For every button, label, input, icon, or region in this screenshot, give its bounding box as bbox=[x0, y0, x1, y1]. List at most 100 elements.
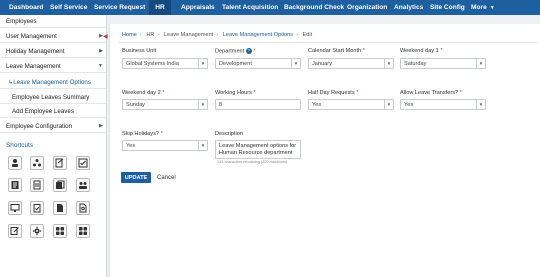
sidebar-item-user-management[interactable]: User Management ▶ bbox=[0, 30, 106, 43]
breadcrumb-leave-management-options[interactable]: Leave Management Options bbox=[223, 32, 293, 38]
sidebar-item-label: Employee Leaves Summary bbox=[12, 93, 90, 101]
calendar-start-month-select[interactable]: January ▼ bbox=[308, 58, 394, 69]
required-marker: * bbox=[162, 90, 165, 96]
top-nav: Dashboard Self Service Service Request H… bbox=[0, 0, 540, 15]
sidebar-item-leave-management-options[interactable]: ↳ Leave Management Options bbox=[0, 76, 106, 89]
skip-holidays-label: Skip Holidays? * bbox=[122, 131, 163, 137]
gear-icon[interactable] bbox=[30, 224, 44, 238]
edit-document-icon[interactable] bbox=[53, 156, 67, 170]
description-char-count: 143 characters remaining (200 maximum) bbox=[217, 160, 288, 164]
breadcrumb-hr: HR bbox=[146, 32, 155, 38]
skip-holidays-select[interactable]: Yes ▼ bbox=[122, 140, 208, 151]
breadcrumb-separator: › bbox=[139, 32, 142, 38]
breadcrumb-separator: › bbox=[296, 32, 298, 38]
divider bbox=[118, 42, 538, 43]
nav-dashboard[interactable]: Dashboard bbox=[9, 0, 43, 15]
allow-leave-transfers-select[interactable]: Yes ▼ bbox=[400, 99, 486, 110]
required-marker: * bbox=[253, 90, 256, 96]
required-marker: * bbox=[253, 48, 256, 55]
update-button[interactable]: UPDATE bbox=[121, 172, 151, 183]
sidebar-item-label: Leave Management Options bbox=[13, 78, 91, 86]
sidebar-item-label: Employee Configuration bbox=[6, 122, 73, 130]
description-label-text: Description bbox=[215, 131, 243, 137]
sidebar-item-label: User Management bbox=[6, 32, 57, 40]
apps-icon[interactable] bbox=[76, 224, 90, 238]
nav-analytics[interactable]: Analytics bbox=[394, 0, 423, 15]
required-marker: * bbox=[440, 48, 443, 54]
nav-service-request[interactable]: Service Request bbox=[94, 0, 145, 15]
nav-more[interactable]: More ▼ bbox=[471, 0, 495, 15]
chevron-down-icon: ▼ bbox=[384, 100, 393, 109]
business-unit-select[interactable]: Global Systems India ▼ bbox=[122, 58, 208, 69]
sidebar-item-label: Employees bbox=[6, 17, 37, 25]
required-marker: * bbox=[356, 90, 359, 96]
weekend-day-2-select[interactable]: Sunday ▼ bbox=[122, 99, 208, 110]
description-textarea[interactable]: Leave Management options for Human Resou… bbox=[215, 140, 301, 159]
sidebar-item-leave-management[interactable]: Leave Management ▼ bbox=[0, 60, 106, 73]
breadcrumb-leave-management: Leave Management bbox=[163, 32, 214, 38]
report-icon[interactable] bbox=[30, 178, 44, 192]
chevron-down-icon: ▼ bbox=[198, 59, 207, 68]
chevron-down-icon: ▼ bbox=[198, 100, 207, 109]
nav-more-label: More bbox=[471, 4, 487, 11]
half-day-requests-select[interactable]: Yes ▼ bbox=[308, 99, 394, 110]
required-marker: * bbox=[459, 90, 462, 96]
breadcrumb-separator: › bbox=[157, 32, 160, 38]
allow-leave-transfers-label-text: Allow Leave Transfers? bbox=[400, 90, 459, 96]
user-icon[interactable] bbox=[8, 156, 22, 170]
department-select[interactable]: Development ▼ bbox=[215, 58, 301, 69]
breadcrumb-home[interactable]: Home bbox=[122, 32, 137, 38]
calendar-start-month-label-text: Calendar Start Month bbox=[308, 48, 362, 54]
breadcrumb-separator: › bbox=[216, 32, 219, 38]
sidebar-item-label: Leave Management bbox=[6, 62, 61, 70]
working-hours-label-text: Working Hours bbox=[215, 90, 252, 96]
allow-leave-transfers-label: Allow Leave Transfers? * bbox=[400, 90, 462, 96]
file-search-icon[interactable] bbox=[76, 201, 90, 215]
nav-appraisals[interactable]: Appraisals bbox=[181, 0, 215, 15]
main-content: Home › HR › Leave Management › Leave Manage… bbox=[109, 24, 540, 277]
nav-background-check[interactable]: Background Check bbox=[284, 0, 344, 15]
working-hours-input[interactable]: 8 bbox=[215, 99, 301, 110]
nav-site-config[interactable]: Site Config bbox=[430, 0, 465, 15]
file-icon[interactable] bbox=[53, 201, 67, 215]
working-hours-value: 8 bbox=[219, 101, 223, 108]
weekend-day-1-value: Saturday bbox=[404, 60, 427, 67]
checklist-icon[interactable] bbox=[76, 156, 90, 170]
monitor-icon[interactable] bbox=[8, 201, 22, 215]
sidebar-item-employees[interactable]: Employees bbox=[0, 15, 106, 28]
nav-talent-acquisition[interactable]: Talent Acquisition bbox=[222, 0, 278, 15]
weekend-day-1-select[interactable]: Saturday ▼ bbox=[400, 58, 486, 69]
chevron-down-icon: ▼ bbox=[198, 141, 207, 150]
sidebar-item-add-employee-leaves[interactable]: Add Employee Leaves bbox=[0, 105, 106, 118]
shortcuts-title: Shortcuts bbox=[6, 142, 33, 149]
org-chart-icon[interactable] bbox=[30, 156, 44, 170]
business-unit-label: Business Unit bbox=[122, 48, 156, 54]
sidebar-item-holiday-management[interactable]: Holiday Management ▶ bbox=[0, 45, 106, 58]
department-value: Development bbox=[219, 60, 252, 67]
help-icon[interactable]: ? bbox=[245, 48, 252, 54]
group-icon[interactable] bbox=[76, 178, 90, 192]
document-edit-icon[interactable] bbox=[8, 224, 22, 238]
description-label: Description bbox=[215, 131, 243, 137]
document-list-icon[interactable] bbox=[8, 178, 22, 192]
weekend-day-2-value: Sunday bbox=[126, 101, 145, 108]
business-unit-value: Global Systems India bbox=[126, 60, 179, 67]
chevron-down-icon: ▼ bbox=[489, 4, 495, 11]
weekend-day-1-label-text: Weekend day 1 bbox=[400, 48, 439, 54]
sidebar-item-employee-configuration[interactable]: Employee Configuration ▶ bbox=[0, 120, 106, 133]
chevron-down-icon: ▼ bbox=[476, 100, 485, 109]
chevron-down-icon: ▼ bbox=[476, 59, 485, 68]
required-marker: * bbox=[362, 48, 365, 54]
nav-organization[interactable]: Organization bbox=[347, 0, 387, 15]
weekend-day-1-label: Weekend day 1 * bbox=[400, 48, 443, 54]
nav-hr[interactable]: HR bbox=[149, 0, 171, 15]
cancel-button[interactable]: Cancel bbox=[157, 172, 176, 183]
copy-document-icon[interactable] bbox=[53, 178, 67, 192]
nav-self-service[interactable]: Self Service bbox=[50, 0, 87, 15]
clipboard-check-icon[interactable] bbox=[30, 201, 44, 215]
calendar-start-month-value: January bbox=[312, 60, 332, 67]
business-unit-label-text: Business Unit bbox=[122, 48, 157, 54]
grid-icon[interactable] bbox=[53, 224, 67, 238]
department-label: Department ? * bbox=[215, 48, 256, 54]
sidebar-item-employee-leaves-summary[interactable]: Employee Leaves Summary bbox=[0, 91, 106, 104]
